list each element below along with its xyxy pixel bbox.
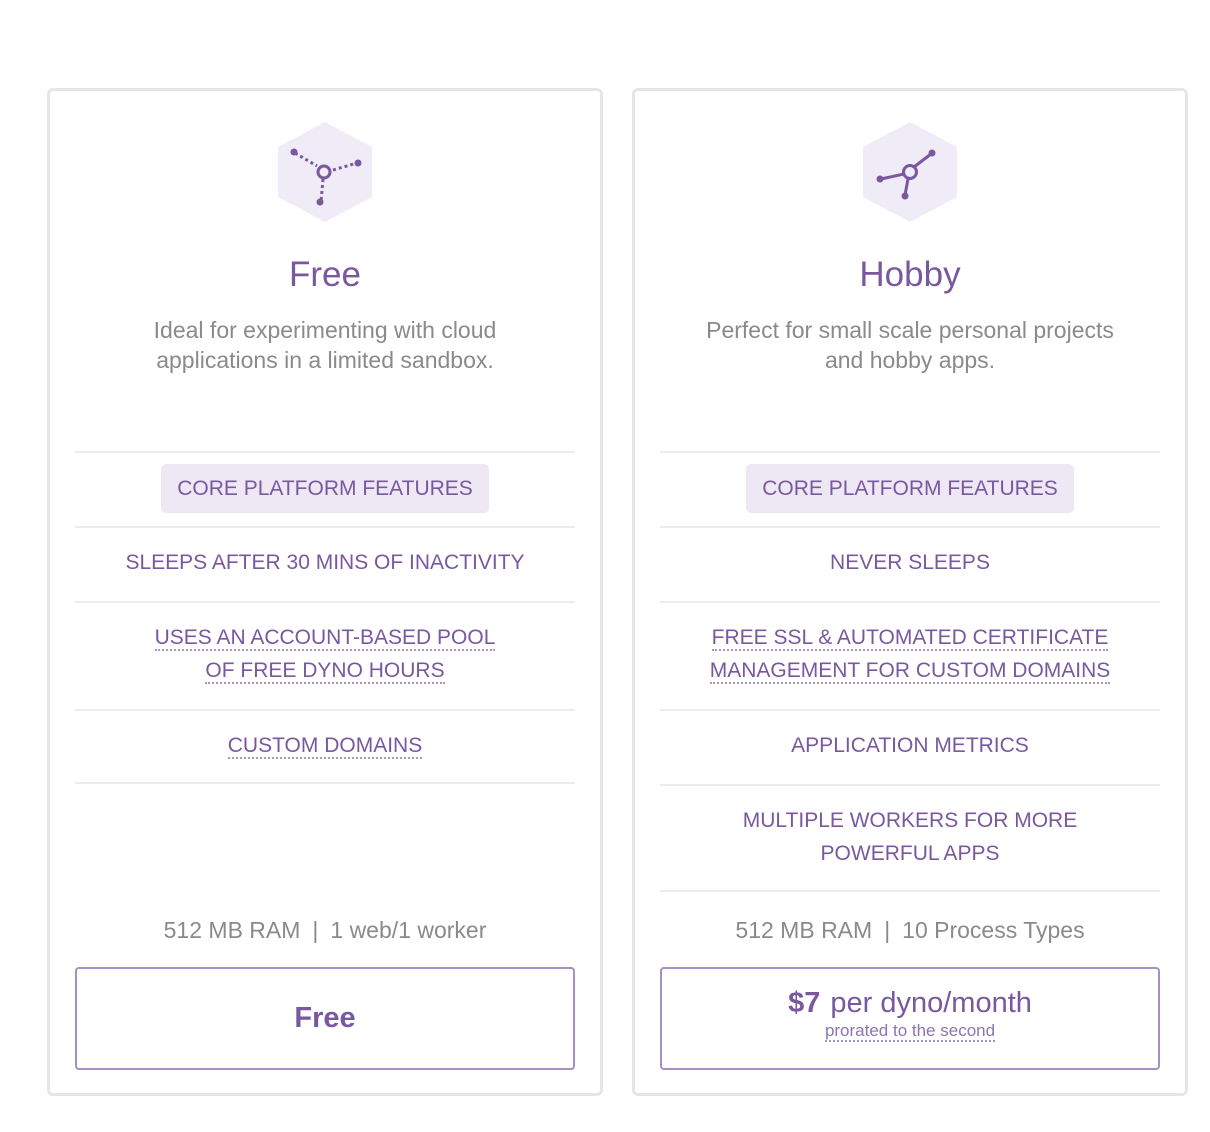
plan-card-hobby: Hobby Perfect for small scale personal p… bbox=[632, 88, 1188, 1096]
core-features-badge[interactable]: CORE PLATFORM FEATURES bbox=[161, 464, 489, 513]
dyno-hobby-hex-icon bbox=[862, 122, 958, 222]
feature-item: CUSTOM DOMAINS bbox=[75, 709, 575, 784]
price-button-hobby[interactable]: $7 per dyno/month prorated to the second bbox=[660, 967, 1160, 1070]
core-features-badge[interactable]: CORE PLATFORM FEATURES bbox=[746, 464, 1074, 513]
plan-description: Perfect for small scale personal project… bbox=[706, 317, 1114, 373]
plan-card-free: Free Ideal for experimenting with cloud … bbox=[47, 88, 603, 1096]
feature-item: CORE PLATFORM FEATURES bbox=[660, 451, 1160, 526]
prorated-link[interactable]: prorated to the second bbox=[824, 1021, 996, 1042]
plan-title: Free bbox=[289, 255, 361, 294]
dyno-free-hex-icon bbox=[277, 122, 373, 222]
spec-ram: 512 MB RAM bbox=[735, 917, 873, 943]
plan-title: Hobby bbox=[859, 255, 961, 294]
feature-list: CORE PLATFORM FEATURES SLEEPS AFTER 30 M… bbox=[75, 451, 575, 784]
feature-never-sleeps: NEVER SLEEPS bbox=[830, 551, 990, 574]
feature-item: CORE PLATFORM FEATURES bbox=[75, 451, 575, 526]
feature-sleeps: SLEEPS AFTER 30 MINS OF INACTIVITY bbox=[125, 551, 525, 574]
spec-processes: 1 web/1 worker bbox=[330, 917, 487, 943]
feature-workers-line2: POWERFUL APPS bbox=[820, 842, 1000, 865]
feature-workers-line1: MULTIPLE WORKERS FOR MORE bbox=[742, 809, 1078, 832]
feature-custom-domains[interactable]: CUSTOM DOMAINS bbox=[227, 734, 423, 759]
feature-item: FREE SSL & AUTOMATED CERTIFICATE MANAGEM… bbox=[660, 601, 1160, 709]
feature-dyno-hours-line2[interactable]: OF FREE DYNO HOURS bbox=[205, 659, 445, 684]
price-note: prorated to the second bbox=[662, 1021, 1158, 1042]
spec-ram: 512 MB RAM bbox=[163, 917, 301, 943]
plan-specs: 512 MB RAM | 1 web/1 worker bbox=[50, 917, 600, 944]
feature-app-metrics: APPLICATION METRICS bbox=[791, 734, 1029, 757]
feature-item: SLEEPS AFTER 30 MINS OF INACTIVITY bbox=[75, 526, 575, 601]
feature-list: CORE PLATFORM FEATURES NEVER SLEEPS FREE… bbox=[660, 451, 1160, 892]
price-button-free[interactable]: Free bbox=[75, 967, 575, 1070]
plan-description: Ideal for experimenting with cloud appli… bbox=[153, 317, 497, 373]
spec-processes: 10 Process Types bbox=[902, 917, 1085, 943]
feature-item: NEVER SLEEPS bbox=[660, 526, 1160, 601]
feature-ssl-line1[interactable]: FREE SSL & AUTOMATED CERTIFICATE bbox=[711, 626, 1109, 651]
price-main: $7 per dyno/month bbox=[662, 986, 1158, 1020]
spec-separator: | bbox=[312, 917, 319, 943]
feature-item: MULTIPLE WORKERS FOR MORE POWERFUL APPS bbox=[660, 784, 1160, 892]
feature-item: APPLICATION METRICS bbox=[660, 709, 1160, 784]
spec-separator: | bbox=[884, 917, 891, 943]
price-amount: $7 bbox=[788, 987, 821, 1019]
price-unit: per dyno/month bbox=[830, 987, 1032, 1019]
feature-item: USES AN ACCOUNT-BASED POOL OF FREE DYNO … bbox=[75, 601, 575, 709]
price-label: Free bbox=[294, 1002, 356, 1034]
plan-specs: 512 MB RAM | 10 Process Types bbox=[635, 917, 1185, 944]
feature-ssl-line2[interactable]: MANAGEMENT FOR CUSTOM DOMAINS bbox=[709, 659, 1111, 684]
feature-dyno-hours-line1[interactable]: USES AN ACCOUNT-BASED POOL bbox=[154, 626, 496, 651]
